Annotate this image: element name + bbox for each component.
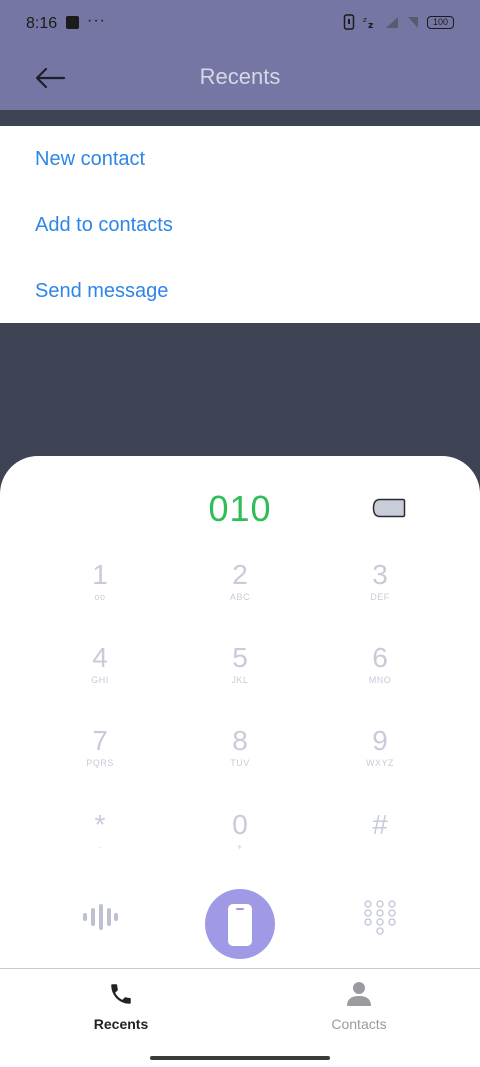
svg-text:z: z [368,21,373,29]
scrim-strip [0,110,480,126]
phone-icon [111,984,131,1004]
dial-key-7[interactable]: 7 PQRS [50,726,150,769]
tab-contacts-label: Contacts [331,1016,387,1032]
status-icons: z z 100 [343,14,454,30]
signal-icon [386,16,398,28]
page-title: Recents [199,64,281,89]
tab-recents-label: Recents [93,1016,149,1032]
bottom-tab-bar: Recents Contacts [0,968,480,1067]
context-menu: New contact Add to contacts Send message [0,126,480,323]
notification-icon [66,16,79,29]
status-bar: 8:16 ··· z z 100 [0,0,480,48]
battery-icon: 100 [427,15,454,29]
sleep-icon: z z [363,16,373,29]
dial-key-4[interactable]: 4 GHI [50,643,150,686]
dial-key-1[interactable]: 1 ᴏᴏ [50,560,150,603]
dial-key-3[interactable]: 3 DEF [330,560,430,603]
phone-call-icon [228,904,252,946]
backspace-icon[interactable] [372,498,406,518]
tab-recents[interactable]: Recents [41,981,201,1032]
voice-search-icon[interactable] [82,904,118,930]
dial-key-9[interactable]: 9 WXYZ [330,726,430,769]
vibrate-icon [343,14,355,30]
more-notifications-icon: ··· [87,12,106,29]
tab-contacts[interactable]: Contacts [279,981,439,1032]
dial-key-5[interactable]: 5 JKL [190,643,290,686]
dial-key-hash[interactable]: # [330,810,430,842]
svg-text:z: z [363,16,367,24]
status-time: 8:16 [26,15,58,32]
app-bar: Recents [0,48,480,110]
dial-key-0[interactable]: 0 + [190,810,290,853]
call-button[interactable] [205,889,275,959]
menu-item-add-to-contacts[interactable]: Add to contacts [35,214,173,237]
menu-item-send-message[interactable]: Send message [35,280,168,303]
dialed-number: 010 [208,488,272,529]
signal-icon-2 [408,16,418,28]
dialpad-toggle-icon[interactable] [362,900,398,936]
dial-key-6[interactable]: 6 MNO [330,643,430,686]
dial-key-2[interactable]: 2 ABC [190,560,290,603]
person-icon [347,982,371,1006]
dial-key-star[interactable]: * · [50,810,150,853]
dial-key-8[interactable]: 8 TUV [190,726,290,769]
home-indicator[interactable] [150,1056,330,1060]
menu-item-new-contact[interactable]: New contact [35,148,145,171]
